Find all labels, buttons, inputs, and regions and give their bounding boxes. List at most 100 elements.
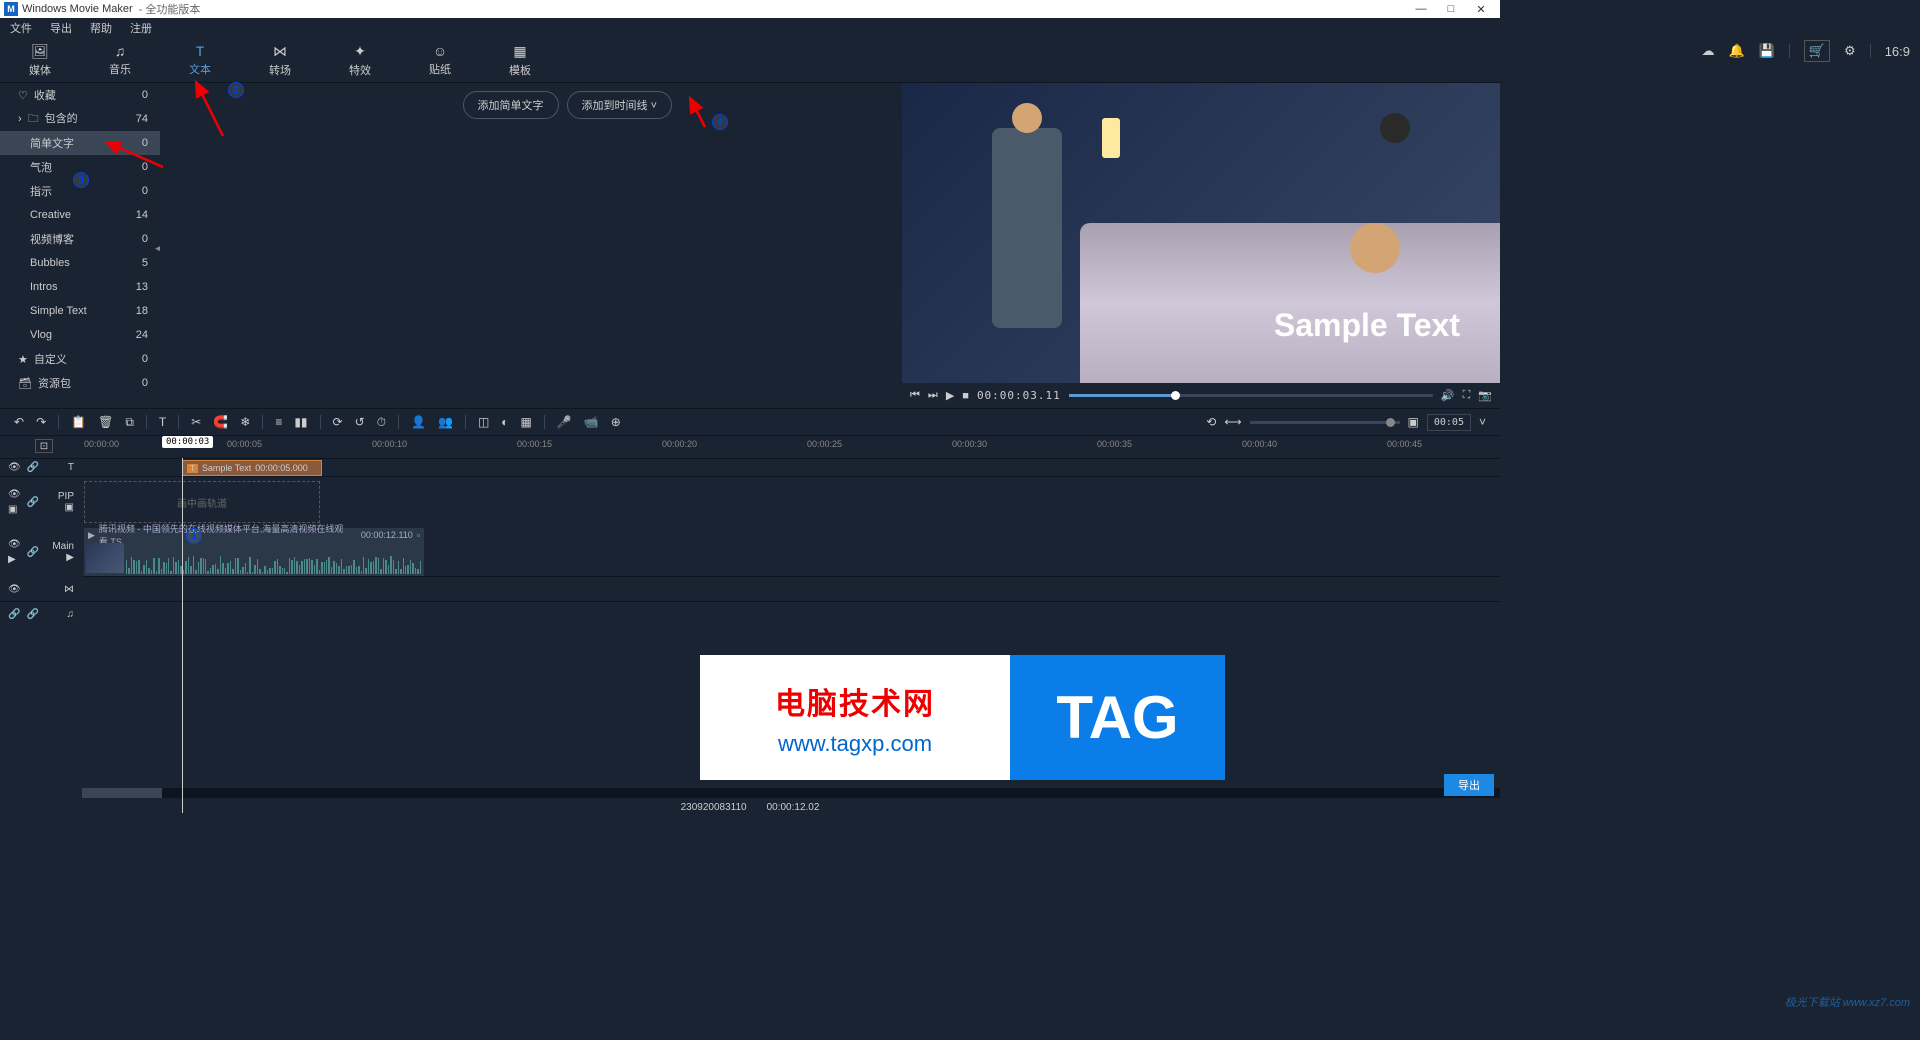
freeze-icon[interactable]: ❄ <box>240 415 250 429</box>
video-icon[interactable]: 📹 <box>584 415 599 429</box>
target-icon[interactable]: ⊕ <box>611 415 621 429</box>
prev-frame-icon[interactable]: ⏮ <box>910 389 920 402</box>
stop-icon[interactable]: ■ <box>962 390 969 402</box>
export-button[interactable]: 导出 <box>1444 774 1494 796</box>
delete-icon[interactable]: 🗑 <box>98 415 113 429</box>
eye-icon[interactable]: 👁 <box>8 584 21 595</box>
person-icon[interactable]: 👤 <box>411 415 426 429</box>
transition-icon: ⋈ <box>273 43 287 60</box>
dropdown-icon[interactable]: ˅ <box>1479 415 1486 429</box>
cut-icon[interactable]: ✂ <box>191 415 201 429</box>
reverse-icon[interactable]: ↺ <box>355 415 365 429</box>
sidebar-item-creative[interactable]: Creative14 <box>0 203 160 227</box>
layers-icon[interactable]: ▣ <box>8 504 21 515</box>
group-icon[interactable]: 👥 <box>438 415 453 429</box>
sidebar-item-intros[interactable]: Intros13 <box>0 275 160 299</box>
refresh-icon[interactable]: ⟲ <box>1206 415 1216 429</box>
menu-help[interactable]: 帮助 <box>90 20 112 36</box>
cart-icon[interactable]: 🛒 <box>1804 40 1830 62</box>
duration-display: 00:05 <box>1427 414 1471 431</box>
tab-media[interactable]: 🖼媒体 <box>0 38 80 82</box>
minimize-button[interactable]: — <box>1406 3 1436 15</box>
menu-register[interactable]: 注册 <box>130 20 152 36</box>
preview-panel: Sample Text ⏮ ⏭ ▶ ■ 00:00:03.11 🔊 ⛶ 📷 <box>902 83 1500 408</box>
link-icon[interactable]: 🔗 <box>26 609 38 620</box>
crop-icon[interactable]: ⧉ <box>125 415 134 430</box>
play-icon[interactable]: ▶ <box>946 389 954 402</box>
preview-progress[interactable] <box>1069 394 1433 397</box>
text-tool-icon[interactable]: T <box>159 415 166 429</box>
eye-icon[interactable]: 👁 <box>8 489 21 500</box>
timeline-ruler[interactable]: 00:00:00 00:00:05 00:00:10 00:00:15 00:0… <box>82 436 1500 458</box>
fullscreen-icon[interactable]: ⛶ <box>1463 389 1471 402</box>
aspect-ratio[interactable]: 16:9 <box>1885 44 1910 59</box>
columns-icon[interactable]: ▮▮ <box>294 415 307 429</box>
sidebar-item-simple-text[interactable]: Simple Text18 <box>0 299 160 323</box>
mic-icon[interactable]: 🎤 <box>557 415 572 429</box>
add-to-timeline-button[interactable]: 添加到时间线 ˅ <box>567 91 673 119</box>
lock-icon[interactable]: 🔗 <box>27 462 39 473</box>
pip-placeholder[interactable]: 画中画轨道 <box>84 481 320 523</box>
speed-icon[interactable]: ⟳ <box>333 415 343 429</box>
close-button[interactable]: ✕ <box>1466 3 1496 16</box>
sidebar-favorites[interactable]: ♡收藏0 <box>0 83 160 107</box>
tab-music[interactable]: ♫音乐 <box>80 38 160 82</box>
timeline-toolbar: ↶ ↷ 📋 🗑 ⧉ T ✂ 🧲 ❄ ≡ ▮▮ ⟳ ↺ ⏱ 👤 👥 ◫ ◐ ▦ 🎤… <box>0 408 1500 436</box>
text-clip[interactable]: T Sample Text 00:00:05.000 <box>182 460 322 476</box>
redo-icon[interactable]: ↷ <box>36 415 46 429</box>
sidebar-item-vlog-cn[interactable]: 视频博客0 <box>0 227 160 251</box>
eye-icon[interactable]: 👁 <box>8 462 21 473</box>
next-frame-icon[interactable]: ⏭ <box>928 389 938 402</box>
lock-icon[interactable]: 🔗 <box>8 609 20 620</box>
auto-fit-icon[interactable]: ⊡ <box>35 439 53 453</box>
sidebar-resourcepack[interactable]: 🗃资源包0 <box>0 371 160 395</box>
clip-menu-icon[interactable]: ▫ <box>417 530 420 540</box>
waveform <box>126 554 422 574</box>
fit-window-icon[interactable]: ▣ <box>1408 415 1419 429</box>
volume-icon[interactable]: 🔊 <box>1441 389 1455 402</box>
playhead-marker[interactable]: 00:00:03 <box>162 436 213 448</box>
list-icon[interactable]: ≡ <box>275 415 282 429</box>
mosaic-icon[interactable]: ▦ <box>521 415 532 429</box>
app-icon: M <box>4 2 18 16</box>
lock-icon[interactable]: 🔗 <box>27 497 39 508</box>
sidebar-included[interactable]: ›🗀包含的74 <box>0 107 160 131</box>
eye-icon[interactable]: 👁 <box>8 539 21 550</box>
stopwatch-icon[interactable]: ⏱ <box>377 415 386 430</box>
music-icon: ♫ <box>115 43 126 59</box>
crop-tool-icon[interactable]: ◫ <box>478 415 489 429</box>
menu-export[interactable]: 导出 <box>50 20 72 36</box>
tab-template[interactable]: ▦模板 <box>480 38 560 82</box>
main-video-clip[interactable]: ▶腾讯视频 - 中国领先的在线视频媒体平台,海量高清视频在线观看.TS00:00… <box>84 528 424 576</box>
mask-icon[interactable]: ◐ <box>501 415 508 429</box>
cloud-icon[interactable]: ☁ <box>1701 43 1714 59</box>
copy-icon[interactable]: 📋 <box>71 415 86 429</box>
tab-sticker[interactable]: ☺贴纸 <box>400 38 480 82</box>
playhead-line[interactable] <box>182 458 183 813</box>
tab-effect[interactable]: ✦特效 <box>320 38 400 82</box>
chevron-down-icon: ˅ <box>651 100 657 112</box>
settings-icon[interactable]: ⚙ <box>1844 43 1856 59</box>
sidebar-custom[interactable]: ★自定义0 <box>0 347 160 371</box>
sidebar-item-bubbles[interactable]: Bubbles5 <box>0 251 160 275</box>
watermark-small: 极光下载站 www.xz7.com <box>1785 994 1910 1010</box>
preview-viewport[interactable]: Sample Text <box>902 83 1500 383</box>
menu-file[interactable]: 文件 <box>10 20 32 36</box>
track-transition: 👁⋈ <box>0 576 1500 601</box>
lock-icon[interactable]: 🔗 <box>27 547 39 558</box>
timeline-scrollbar[interactable] <box>82 788 1500 798</box>
bell-icon[interactable]: 🔔 <box>1728 43 1744 59</box>
music-track-icon: ♫ <box>67 609 75 620</box>
maximize-button[interactable]: □ <box>1436 3 1466 15</box>
tab-transition[interactable]: ⋈转场 <box>240 38 320 82</box>
zoom-slider[interactable] <box>1250 421 1400 424</box>
save-icon[interactable]: 💾 <box>1759 43 1775 59</box>
top-right-icons: ☁ 🔔 💾 🛒 ⚙ 16:9 <box>1701 40 1910 62</box>
play-track-icon[interactable]: ▶ <box>8 554 21 565</box>
snapshot-icon[interactable]: 📷 <box>1478 389 1492 402</box>
fit-icon[interactable]: ⟷ <box>1224 415 1241 429</box>
add-simple-text-button[interactable]: 添加简单文字 <box>463 91 559 119</box>
magnet-icon[interactable]: 🧲 <box>213 415 228 429</box>
sidebar-item-vlog[interactable]: Vlog24 <box>0 323 160 347</box>
undo-icon[interactable]: ↶ <box>14 415 24 429</box>
